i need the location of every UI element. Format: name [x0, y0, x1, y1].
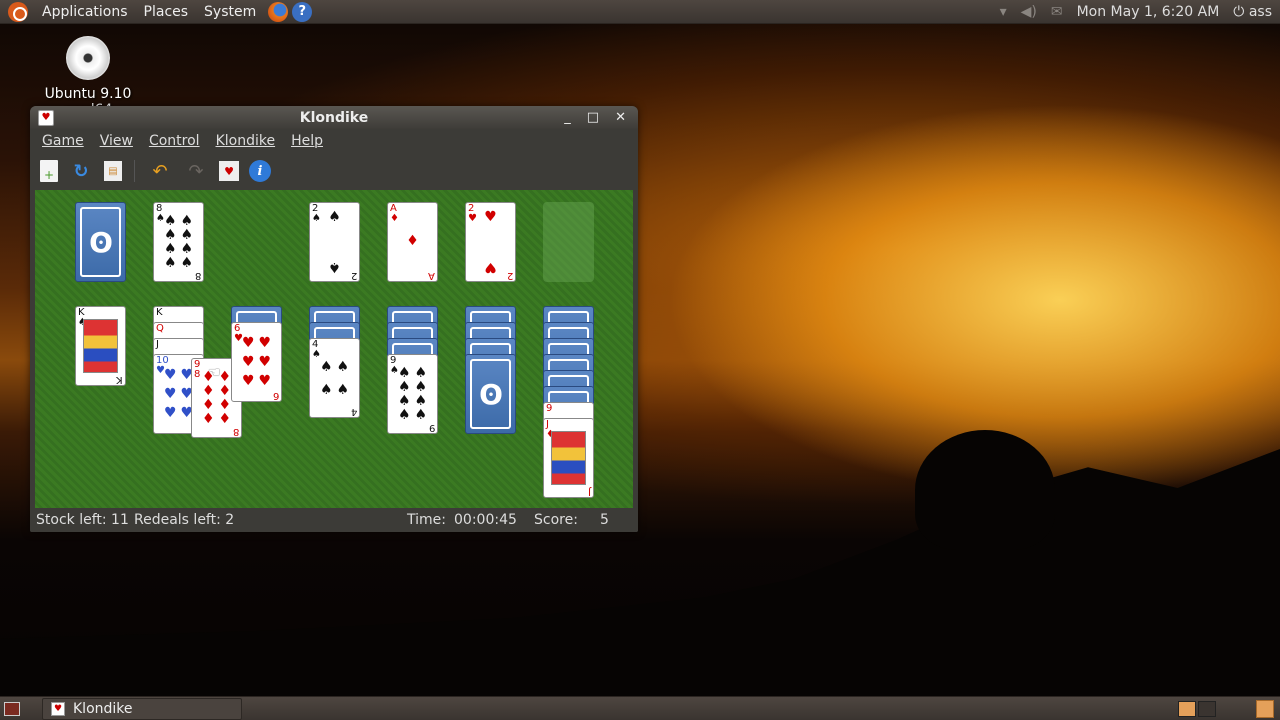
card-index-bottom: 4: [350, 406, 357, 417]
stock-pile[interactable]: ʘ: [75, 202, 126, 282]
card-index-bottom: K: [116, 374, 123, 385]
card-pip: ♥: [484, 209, 497, 225]
time-value: 00:00:45: [454, 512, 517, 528]
mail-icon[interactable]: ✉: [1051, 4, 1063, 20]
tableau-4-card[interactable]: 4 ♠ ♠ ♠ ♠ ♠ 4: [309, 338, 360, 418]
foundation-2[interactable]: A ♦ ♦ A: [387, 202, 438, 282]
foundation-1[interactable]: 2 ♠ ♠ ♠ 2: [309, 202, 360, 282]
menubar: Game View Control Klondike Help: [30, 129, 638, 153]
toolbar: + ↻ ▤ ↶ ↷ ♥ i: [30, 153, 638, 189]
tableau-3-card[interactable]: 6 ♥ ♥ ♥ ♥ ♥ ♥ ♥ 6: [231, 322, 282, 402]
klondike-task-icon: ♥: [51, 701, 65, 716]
time-label: Time:: [407, 512, 446, 528]
taskbar-item-label: Klondike: [73, 700, 133, 717]
applications-menu[interactable]: Applications: [34, 4, 136, 20]
minimize-button[interactable]: _: [564, 110, 571, 125]
firefox-icon[interactable]: [268, 1, 289, 22]
card-index: 9: [546, 403, 553, 414]
wallpaper-tree: [915, 430, 1055, 550]
info-icon[interactable]: i: [249, 160, 271, 182]
score-value: 5: [600, 512, 609, 528]
help-icon[interactable]: ?: [292, 1, 313, 22]
card-index-bottom: 2: [350, 270, 357, 281]
card-pip: ♠: [328, 209, 341, 225]
card-index-bottom: 6: [272, 390, 279, 401]
card-index-bottom: 8: [194, 270, 201, 281]
card-index-bottom: 9: [428, 422, 435, 433]
tableau-5-card[interactable]: 9 ♠ ♠ ♠ ♠ ♠ ♠ ♠ ♠ ♠ 9: [387, 354, 438, 434]
waste-card[interactable]: 8 ♠ ♠ ♠ ♠ ♠ ♠ ♠ ♠ ♠ 8: [153, 202, 204, 282]
menu-help[interactable]: Help: [283, 133, 331, 149]
foundation-4-empty[interactable]: [543, 202, 594, 282]
king-face: [83, 319, 118, 373]
undo-icon[interactable]: ↶: [147, 158, 173, 184]
restart-icon[interactable]: ↻: [68, 158, 94, 184]
volume-icon[interactable]: ◀): [1021, 4, 1037, 20]
card-index-bottom: 2: [506, 270, 513, 281]
hand-cursor-icon: ☚: [208, 365, 221, 381]
card-pip: ♦: [406, 233, 419, 249]
places-menu[interactable]: Places: [136, 4, 197, 20]
workspace-switcher[interactable]: [1178, 700, 1216, 717]
game-board[interactable]: ʘ 8 ♠ ♠ ♠ ♠ ♠ ♠ ♠ ♠ ♠ 8 2 ♠ ♠ ♠ 2 A ♦ ♦ A 2 ♥ ♥ ♥ 2…: [35, 190, 633, 508]
redo-icon[interactable]: ↷: [183, 158, 209, 184]
klondike-window: ♥ Klondike _ □ ✕ Game View Control Klond…: [30, 106, 638, 532]
card-index: A ♦: [390, 203, 399, 224]
bottom-panel: ♥ Klondike: [0, 696, 1280, 720]
window-title: Klondike: [299, 109, 369, 126]
workspace-2[interactable]: [1198, 700, 1216, 717]
select-game-icon[interactable]: ▤: [104, 161, 122, 181]
maximize-button[interactable]: □: [587, 110, 599, 125]
top-panel: Applications Places System ? ▾ ◀) ✉ Mon …: [0, 0, 1280, 24]
jack-face: [551, 431, 586, 485]
tableau-6-top-back[interactable]: ʘ: [465, 354, 516, 434]
tableau-7-card[interactable]: J♦ J: [543, 418, 594, 498]
network-icon[interactable]: ▾: [1000, 4, 1007, 20]
system-tray: ▾ ◀) ✉ Mon May 1, 6:20 AM ⏻ ass: [1000, 4, 1280, 20]
tableau-1-card[interactable]: K♠ K: [75, 306, 126, 386]
cd-icon: [66, 36, 110, 80]
foundation-3[interactable]: 2 ♥ ♥ ♥ 2: [465, 202, 516, 282]
close-button[interactable]: ✕: [615, 110, 626, 125]
card-pips: ♠ ♠ ♠ ♠: [319, 358, 350, 398]
user-name: ass: [1248, 3, 1272, 20]
clock[interactable]: Mon May 1, 6:20 AM: [1077, 4, 1220, 20]
show-desktop-icon[interactable]: [4, 701, 20, 716]
user-menu[interactable]: ⏻ ass: [1233, 4, 1272, 20]
card-pips: ♥ ♥ ♥ ♥ ♥ ♥: [241, 335, 272, 389]
score-label: Score:: [534, 512, 578, 528]
power-icon: ⏻: [1233, 3, 1245, 20]
system-menu[interactable]: System: [196, 4, 264, 20]
menu-control[interactable]: Control: [141, 133, 208, 149]
card-index-bottom: 8: [232, 426, 239, 437]
window-titlebar[interactable]: ♥ Klondike _ □ ✕: [30, 106, 638, 129]
ubuntu-logo-icon[interactable]: [8, 1, 28, 22]
card-index-bottom: A: [428, 270, 435, 281]
menu-klondike[interactable]: Klondike: [208, 133, 284, 149]
taskbar-item-klondike[interactable]: ♥ Klondike: [42, 697, 242, 720]
card-pips: ♠ ♠ ♠ ♠ ♠ ♠ ♠ ♠: [163, 213, 194, 271]
stock-left: Stock left: 11: [36, 512, 129, 528]
workspace-1[interactable]: [1178, 700, 1196, 717]
redeals-left: Redeals left: 2: [134, 512, 235, 528]
card-pips: ♠ ♠ ♠ ♠ ♠ ♠ ♠ ♠: [397, 365, 428, 423]
card-index: Q: [156, 323, 164, 334]
menu-view[interactable]: View: [92, 133, 141, 149]
menu-game[interactable]: Game: [34, 133, 92, 149]
card-index-bottom: J: [588, 486, 591, 497]
trash-icon[interactable]: [1256, 699, 1274, 718]
card-index: K: [156, 307, 163, 318]
new-game-icon[interactable]: +: [40, 160, 58, 182]
hint-icon[interactable]: ♥: [219, 161, 239, 181]
card-index: J: [156, 339, 159, 350]
toolbar-separator: [134, 160, 135, 182]
status-bar: Stock left: 11 Redeals left: 2 Time: 00:…: [30, 508, 638, 532]
